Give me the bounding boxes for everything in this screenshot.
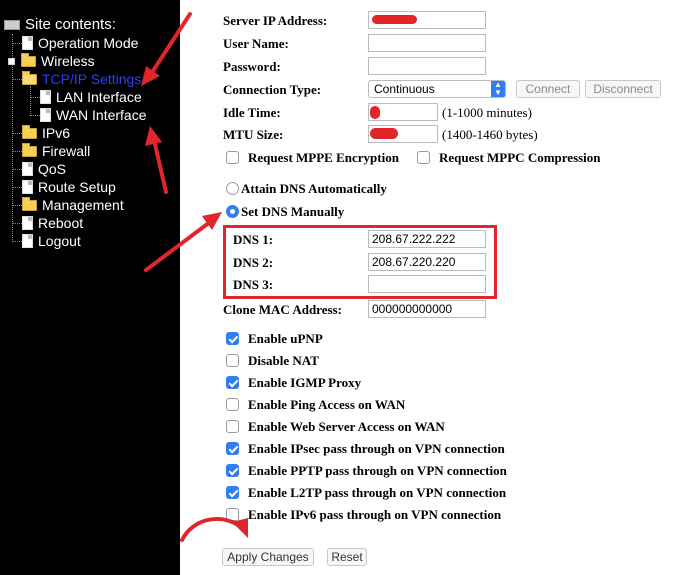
option-label: Enable IGMP Proxy — [248, 375, 362, 390]
option-checkbox[interactable] — [226, 486, 239, 499]
sidebar-item-logout[interactable]: Logout — [12, 232, 81, 250]
option-checkbox[interactable] — [226, 376, 239, 389]
folder-open-icon — [22, 70, 37, 85]
idle-time-label: Idle Time: — [223, 105, 281, 120]
sidebar-item-wireless[interactable]: Wireless — [8, 52, 95, 70]
option-checkbox[interactable] — [226, 464, 239, 477]
dns2-label: DNS 2: — [233, 255, 274, 270]
sidebar: Site contents: Operation Mode Wireless T… — [0, 0, 180, 575]
clone-mac-label: Clone MAC Address: — [223, 302, 342, 317]
reset-button[interactable]: Reset — [327, 548, 367, 566]
expand-icon[interactable] — [8, 57, 15, 65]
sidebar-item-qos[interactable]: QoS — [12, 160, 66, 178]
sidebar-item-firewall[interactable]: Firewall — [12, 142, 90, 160]
page-icon — [22, 216, 33, 230]
dns3-input[interactable] — [368, 275, 486, 293]
username-label: User Name: — [223, 36, 289, 51]
chevron-updown-icon: ▲ ▼ — [491, 81, 505, 97]
folder-icon — [22, 124, 37, 139]
apply-changes-button[interactable]: Apply Changes — [222, 548, 314, 566]
sidebar-item-operation-mode[interactable]: Operation Mode — [12, 34, 138, 52]
page-icon — [22, 234, 33, 248]
dns-auto-radio[interactable] — [226, 182, 239, 195]
sidebar-item-wan-interface[interactable]: WAN Interface — [30, 106, 147, 124]
site-contents-title: Site contents: — [25, 16, 116, 33]
folder-icon — [21, 52, 36, 67]
folder-icon — [22, 142, 37, 157]
option-label: Disable NAT — [248, 353, 319, 368]
sidebar-item-management[interactable]: Management — [12, 196, 124, 214]
dns3-label: DNS 3: — [233, 277, 274, 292]
dns2-input[interactable]: 208.67.220.220 — [368, 253, 486, 271]
server-ip-label: Server IP Address: — [223, 13, 328, 28]
connection-type-value: Continuous — [374, 82, 435, 96]
dns1-input[interactable]: 208.67.222.222 — [368, 230, 486, 248]
mppe-checkbox[interactable] — [226, 151, 239, 164]
redaction-mark — [370, 128, 398, 139]
sidebar-item-lan-interface[interactable]: LAN Interface — [30, 88, 142, 106]
page-icon — [40, 108, 51, 122]
option-checkbox[interactable] — [226, 442, 239, 455]
connect-button[interactable]: Connect — [516, 80, 580, 98]
option-label: Enable uPNP — [248, 331, 323, 346]
option-label: Enable PPTP pass through on VPN connecti… — [248, 463, 507, 478]
computer-icon — [4, 19, 20, 30]
mppc-label: Request MPPC Compression — [439, 150, 601, 165]
mppe-label: Request MPPE Encryption — [248, 150, 399, 165]
page-icon — [40, 90, 51, 104]
password-input[interactable] — [368, 57, 486, 75]
option-checkbox[interactable] — [226, 398, 239, 411]
username-input[interactable] — [368, 34, 486, 52]
disconnect-button[interactable]: Disconnect — [585, 80, 661, 98]
option-label: Enable IPv6 pass through on VPN connecti… — [248, 507, 502, 522]
redaction-mark — [372, 15, 417, 24]
option-checkbox[interactable] — [226, 420, 239, 433]
connection-type-select[interactable]: Continuous ▲ ▼ — [368, 80, 506, 98]
page-icon — [22, 36, 33, 50]
dns-manual-label: Set DNS Manually — [241, 204, 345, 219]
option-label: Enable Web Server Access on WAN — [248, 419, 445, 434]
option-checkbox[interactable] — [226, 508, 239, 521]
folder-icon — [22, 196, 37, 211]
option-label: Enable IPsec pass through on VPN connect… — [248, 441, 505, 456]
site-contents-header: Site contents: — [4, 16, 116, 33]
dns1-label: DNS 1: — [233, 232, 274, 247]
sidebar-item-route-setup[interactable]: Route Setup — [12, 178, 116, 196]
option-label: Enable Ping Access on WAN — [248, 397, 406, 412]
option-checkbox[interactable] — [226, 354, 239, 367]
mtu-size-hint: (1400-1460 bytes) — [442, 127, 538, 142]
idle-time-hint: (1-1000 minutes) — [442, 105, 532, 120]
redaction-mark — [370, 106, 380, 119]
page-icon — [22, 162, 33, 176]
option-label: Enable L2TP pass through on VPN connecti… — [248, 485, 507, 500]
mtu-size-label: MTU Size: — [223, 127, 284, 142]
wan-settings-form: Server IP Address: User Name: Password: … — [180, 0, 680, 575]
page-icon — [22, 180, 33, 194]
sidebar-item-tcpip-settings[interactable]: TCP/IP Settings — [12, 70, 141, 88]
dns-auto-label: Attain DNS Automatically — [241, 181, 387, 196]
sidebar-item-reboot[interactable]: Reboot — [12, 214, 83, 232]
connection-type-label: Connection Type: — [223, 82, 322, 97]
option-checkbox[interactable] — [226, 332, 239, 345]
dns-manual-radio[interactable] — [226, 205, 239, 218]
password-label: Password: — [223, 59, 281, 74]
sidebar-item-ipv6[interactable]: IPv6 — [12, 124, 70, 142]
clone-mac-input[interactable]: 000000000000 — [368, 300, 486, 318]
mppc-checkbox[interactable] — [417, 151, 430, 164]
